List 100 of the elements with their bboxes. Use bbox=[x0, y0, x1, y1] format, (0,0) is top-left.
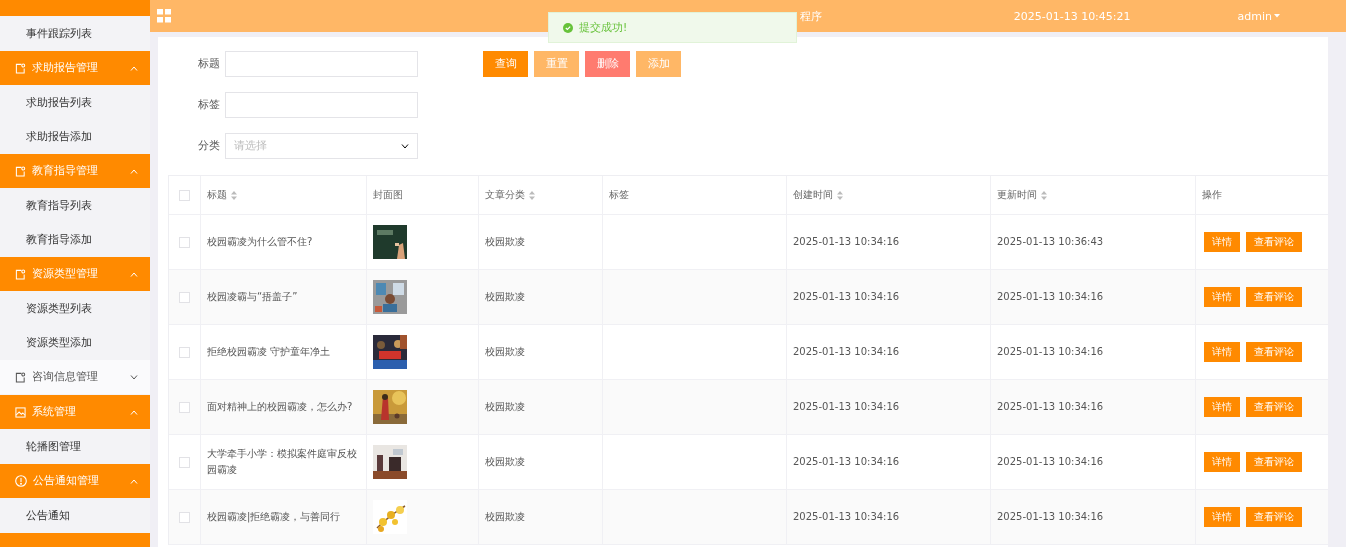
menu-group-header[interactable] bbox=[0, 0, 150, 16]
sort-icon[interactable] bbox=[837, 190, 843, 200]
table-cell-text: 校园霸凌为什么管不住? bbox=[207, 235, 313, 249]
chevron-up-icon bbox=[130, 65, 138, 71]
field-label: 标签 bbox=[198, 98, 221, 112]
column-header[interactable]: 标题 bbox=[207, 188, 237, 202]
menu-item[interactable]: 求助报告添加 bbox=[0, 120, 150, 154]
table-cell-text: 校园欺凌 bbox=[485, 455, 525, 469]
chevron-up-icon bbox=[130, 168, 138, 174]
image-icon bbox=[15, 406, 26, 418]
checkbox[interactable] bbox=[179, 291, 190, 303]
document-icon bbox=[15, 165, 26, 177]
table-cell-text: 2025-01-13 10:34:16 bbox=[997, 455, 1104, 469]
table-cell-text: 2025-01-13 10:34:16 bbox=[997, 345, 1104, 359]
checkbox[interactable] bbox=[179, 236, 190, 248]
action-button[interactable]: 查看评论 bbox=[1246, 287, 1302, 307]
table-cell-text: 2025-01-13 10:34:16 bbox=[793, 400, 900, 414]
input-field[interactable] bbox=[225, 51, 418, 77]
menu-group-header[interactable] bbox=[0, 533, 150, 547]
table-cell-text: 2025-01-13 10:36:43 bbox=[997, 235, 1104, 249]
table-cell-text: 校园欺凌 bbox=[485, 400, 525, 414]
toolbar-button[interactable]: 删除 bbox=[585, 51, 630, 77]
chevron-up-icon bbox=[130, 409, 138, 415]
action-button[interactable]: 查看评论 bbox=[1246, 507, 1302, 527]
action-button[interactable]: 查看评论 bbox=[1246, 397, 1302, 417]
chevron-up-icon bbox=[130, 478, 138, 484]
checkbox[interactable] bbox=[179, 456, 190, 468]
sort-icon[interactable] bbox=[529, 190, 535, 200]
check-circle-icon bbox=[563, 22, 573, 33]
date-time: 2025-01-13 10:45:21 bbox=[1013, 9, 1131, 23]
menu-group-header[interactable]: 公告通知管理 bbox=[0, 464, 150, 498]
toolbar-button[interactable]: 重置 bbox=[534, 51, 579, 77]
toolbar-button[interactable]: 添加 bbox=[636, 51, 681, 77]
menu-item[interactable]: 求助报告列表 bbox=[0, 86, 150, 120]
field-label: 标题 bbox=[198, 57, 221, 71]
action-button[interactable]: 查看评论 bbox=[1246, 452, 1302, 472]
table-cell-text: 拒绝校园霸凌 守护童年净土 bbox=[207, 345, 331, 359]
table-cell-text: 校园欺凌 bbox=[485, 235, 525, 249]
table-cell-text: 校园欺凌 bbox=[485, 510, 525, 524]
action-button[interactable]: 详情 bbox=[1204, 397, 1240, 417]
column-header[interactable]: 创建时间 bbox=[793, 188, 843, 202]
action-button[interactable]: 详情 bbox=[1204, 232, 1240, 252]
toolbar-button[interactable]: 查询 bbox=[483, 51, 528, 77]
table-cell-text: 2025-01-13 10:34:16 bbox=[997, 290, 1104, 304]
menu-item[interactable]: 轮播图管理 bbox=[0, 430, 150, 464]
column-header: 标签 bbox=[609, 188, 629, 202]
chevron-up-icon bbox=[130, 271, 138, 277]
action-button[interactable]: 查看评论 bbox=[1246, 232, 1302, 252]
table-cell-text: 2025-01-13 10:34:16 bbox=[997, 510, 1104, 524]
column-header: 操作 bbox=[1202, 188, 1222, 202]
user-menu[interactable]: admin bbox=[1237, 9, 1280, 23]
column-header[interactable]: 文章分类 bbox=[485, 188, 535, 202]
checkbox[interactable] bbox=[179, 401, 190, 413]
action-button[interactable]: 详情 bbox=[1204, 452, 1240, 472]
column-header: 封面图 bbox=[373, 188, 403, 202]
menu-group-header[interactable]: 资源类型管理 bbox=[0, 257, 150, 291]
menu-group-header[interactable]: 教育指导管理 bbox=[0, 154, 150, 188]
alert-icon bbox=[15, 475, 27, 487]
sort-icon[interactable] bbox=[1041, 190, 1047, 200]
toast-message: 提交成功! bbox=[579, 20, 628, 35]
table-cell-text: 2025-01-13 10:34:16 bbox=[793, 510, 900, 524]
action-button[interactable]: 详情 bbox=[1204, 342, 1240, 362]
grid-icon[interactable] bbox=[157, 9, 172, 23]
menu-group-header[interactable]: 系统管理 bbox=[0, 395, 150, 429]
table-cell-text: 大学牵手小学：模拟案件庭审反校园霸凌 bbox=[207, 447, 358, 477]
table-cell-text: 校园欺凌 bbox=[485, 345, 525, 359]
action-button[interactable]: 查看评论 bbox=[1246, 342, 1302, 362]
menu-item[interactable]: 资源类型列表 bbox=[0, 292, 150, 326]
table-cell-text: 2025-01-13 10:34:16 bbox=[793, 290, 900, 304]
checkbox[interactable] bbox=[179, 189, 190, 201]
chevron-down-icon bbox=[130, 374, 138, 380]
menu-group-header[interactable]: 求助报告管理 bbox=[0, 51, 150, 85]
menu-group-header[interactable]: 咨询信息管理 bbox=[0, 360, 150, 394]
sort-icon[interactable] bbox=[231, 190, 237, 200]
column-header[interactable]: 更新时间 bbox=[997, 188, 1047, 202]
table-cell-text: 校园凌霸与“捂盖子” bbox=[207, 290, 298, 304]
menu-item[interactable]: 教育指导添加 bbox=[0, 223, 150, 257]
action-button[interactable]: 详情 bbox=[1204, 507, 1240, 527]
document-icon bbox=[15, 268, 26, 280]
checkbox[interactable] bbox=[179, 346, 190, 358]
input-field[interactable] bbox=[225, 92, 418, 118]
menu-item[interactable]: 教育指导列表 bbox=[0, 189, 150, 223]
table-cell-text: 2025-01-13 10:34:16 bbox=[793, 235, 900, 249]
table-cell-text: 2025-01-13 10:34:16 bbox=[793, 455, 900, 469]
table-cell-text: 面对精神上的校园霸凌，怎么办? bbox=[207, 400, 353, 414]
table-cell-text: 校园欺凌 bbox=[485, 290, 525, 304]
document-icon bbox=[15, 371, 26, 383]
chevron-down-icon bbox=[401, 143, 409, 149]
checkbox[interactable] bbox=[179, 511, 190, 523]
category-select[interactable]: 请选择 bbox=[225, 133, 418, 159]
table-cell-text: 2025-01-13 10:34:16 bbox=[997, 400, 1104, 414]
app-title: 程序 bbox=[800, 8, 822, 24]
menu-item[interactable]: 资源类型添加 bbox=[0, 326, 150, 360]
table-cell-text: 2025-01-13 10:34:16 bbox=[793, 345, 900, 359]
action-button[interactable]: 详情 bbox=[1204, 287, 1240, 307]
menu-item[interactable]: 公告通知 bbox=[0, 499, 150, 533]
field-label: 分类 bbox=[198, 139, 221, 153]
menu-item[interactable]: 事件跟踪列表 bbox=[0, 17, 150, 51]
caret-icon bbox=[1274, 14, 1280, 18]
table-cell-text: 校园霸凌|拒绝霸凌，与善同行 bbox=[207, 510, 341, 525]
